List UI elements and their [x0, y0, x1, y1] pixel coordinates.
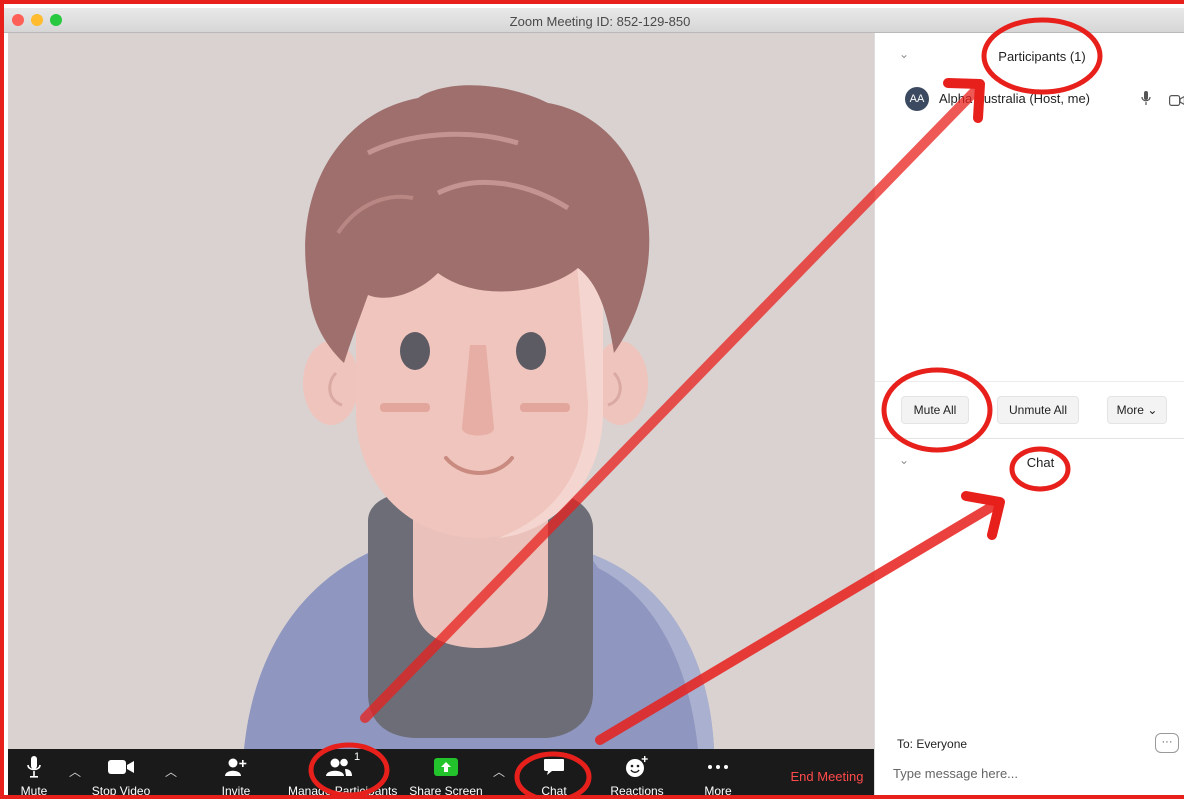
close-window-button[interactable] [12, 14, 24, 26]
video-camera-icon [98, 755, 144, 779]
audio-options-chevron-up-icon[interactable]: ︿ [68, 763, 82, 779]
minimize-window-button[interactable] [31, 14, 43, 26]
end-meeting-button[interactable]: End Meeting [784, 769, 870, 784]
chat-recipient-selector[interactable]: To: Everyone [897, 737, 967, 751]
video-options-chevron-up-icon[interactable]: ︿ [164, 763, 178, 779]
participant-count-badge: 1 [354, 751, 361, 763]
participants-more-button[interactable]: More ⌄ [1107, 396, 1167, 424]
chat-options-ellipsis-icon[interactable]: ··· [1155, 733, 1179, 753]
reactions-label: Reactions [610, 784, 664, 798]
mute-label: Mute [20, 784, 48, 798]
chat-label: Chat [541, 784, 567, 798]
participant-row[interactable]: AA Alpha Australia (Host, me) [905, 87, 1184, 111]
participants-panel-title: Participants (1) [998, 49, 1086, 64]
share-screen-button[interactable]: Share Screen [408, 749, 484, 799]
share-screen-label: Share Screen [409, 784, 483, 798]
manage-participants-button[interactable]: 1 Manage Participants [288, 749, 397, 799]
meeting-toolbar: Mute ︿ Stop Video ︿ Invite 1 Manage Part… [8, 749, 874, 799]
mute-button[interactable]: Mute [16, 749, 52, 799]
participant-camera-icon[interactable] [1169, 93, 1184, 111]
participants-icon: 1 [298, 751, 380, 779]
meeting-video-area [8, 33, 874, 749]
stop-video-label: Stop Video [91, 784, 151, 798]
manage-participants-label: Manage Participants [288, 784, 398, 798]
side-panel: ⌄ Participants (1) AA Alpha Australia (H… [874, 33, 1184, 799]
mute-all-button[interactable]: Mute All [901, 396, 969, 424]
stop-video-button[interactable]: Stop Video [92, 749, 150, 799]
participant-avatar: AA [905, 87, 929, 111]
share-options-chevron-up-icon[interactable]: ︿ [492, 763, 506, 779]
participants-actions-bar: Mute All Unmute All More ⌄ [875, 381, 1184, 439]
ellipsis-icon [700, 755, 736, 779]
more-button[interactable]: More [700, 749, 736, 799]
chat-bubble-icon [536, 755, 572, 779]
participants-more-label: More [1116, 403, 1144, 417]
reactions-button[interactable]: Reactions [610, 749, 664, 799]
more-label: More [704, 784, 732, 798]
add-person-icon [218, 755, 254, 779]
maximize-window-button[interactable] [50, 14, 62, 26]
emoji-plus-icon [616, 755, 658, 779]
chat-message-input[interactable] [893, 759, 1173, 787]
participant-microphone-icon[interactable] [1141, 91, 1151, 111]
chevron-down-icon: ⌄ [1147, 403, 1158, 417]
chat-panel-title: Chat [1026, 455, 1055, 470]
microphone-icon [16, 755, 52, 779]
invite-button[interactable]: Invite [218, 749, 254, 799]
participant-name: Alpha Australia (Host, me) [939, 91, 1091, 106]
invite-label: Invite [221, 784, 251, 798]
participant-avatar-illustration [244, 85, 714, 749]
unmute-all-button[interactable]: Unmute All [997, 396, 1079, 424]
window-title: Zoom Meeting ID: 852-129-850 [509, 14, 691, 29]
chat-button[interactable]: Chat [536, 749, 572, 799]
share-screen-icon [408, 755, 484, 779]
title-bar: Zoom Meeting ID: 852-129-850 [0, 8, 1184, 33]
